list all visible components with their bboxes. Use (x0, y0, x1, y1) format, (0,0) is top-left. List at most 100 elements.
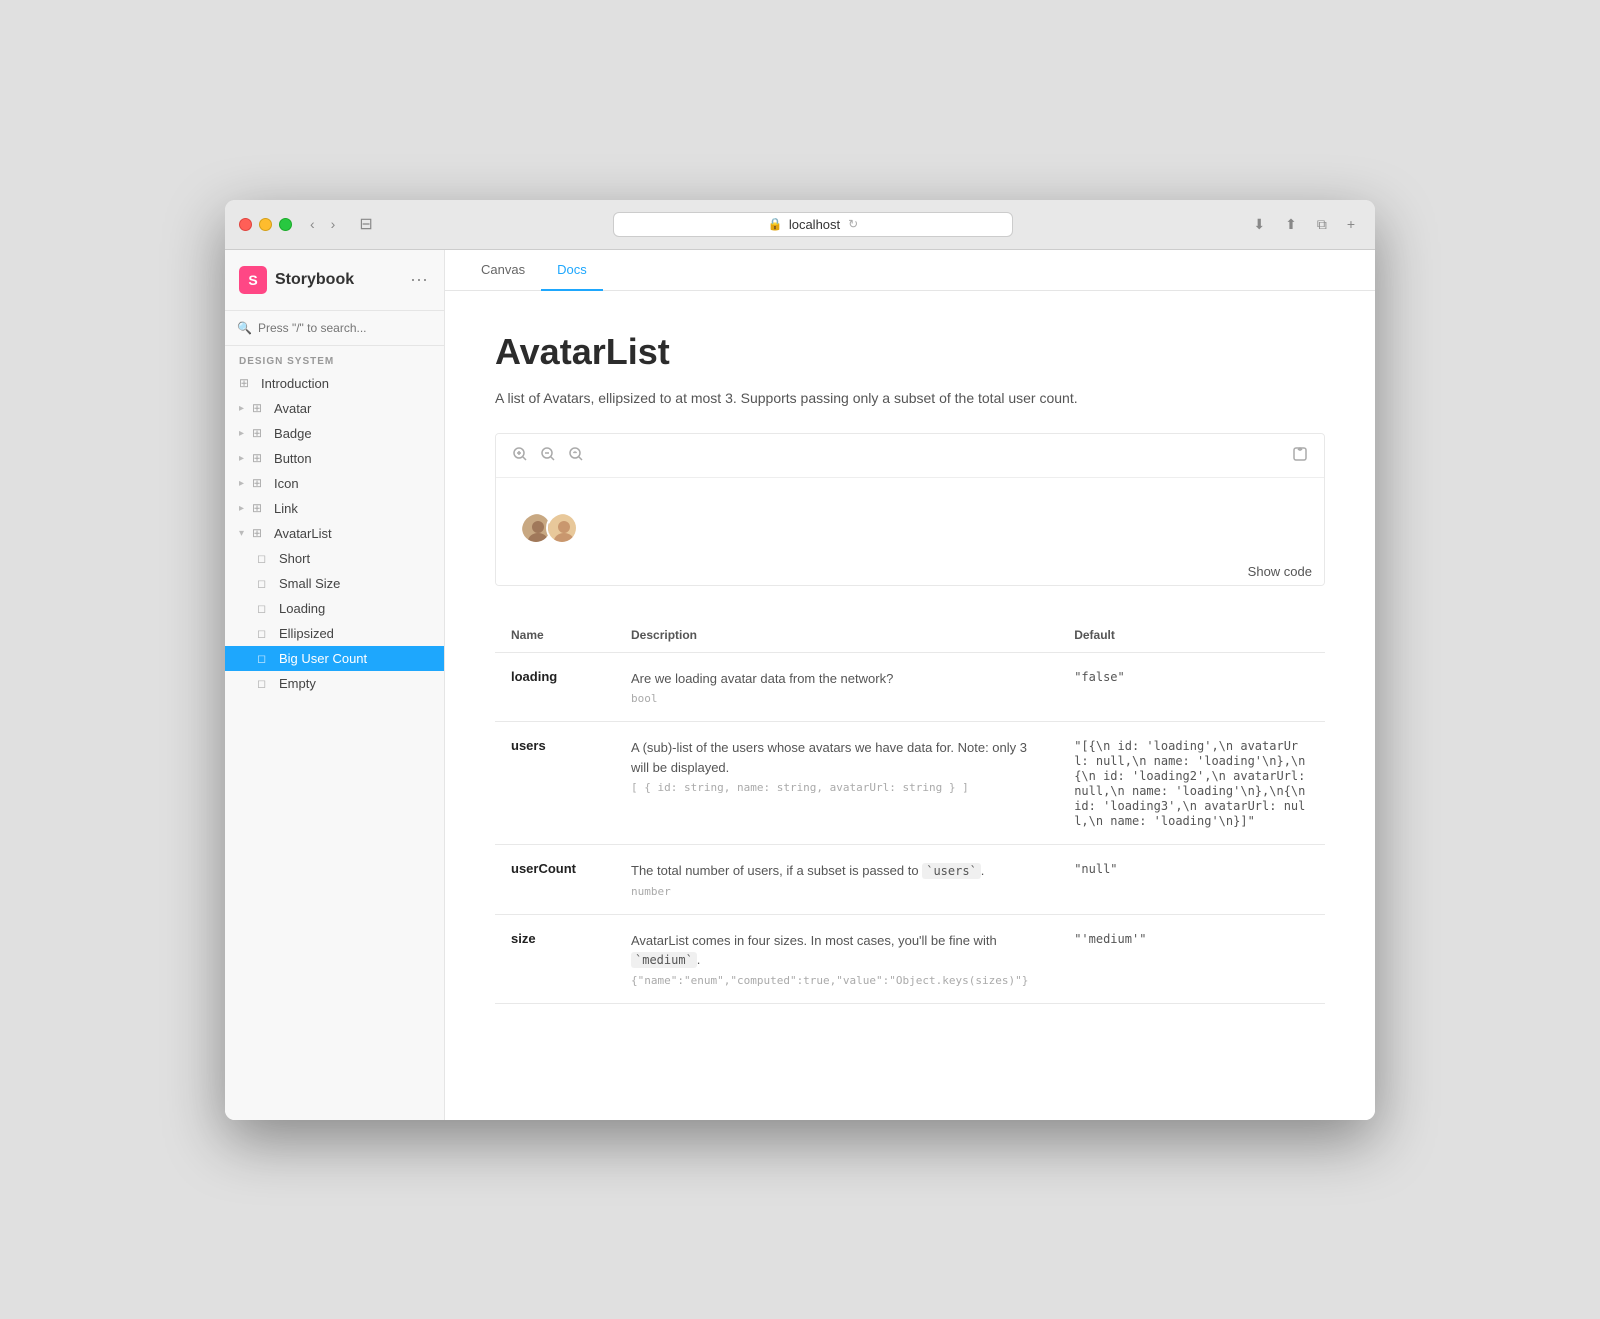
zoom-out-button[interactable] (536, 442, 560, 469)
browser-actions: ⬇ ⬆ ⧉ + (1247, 214, 1361, 235)
sidebar-item-button[interactable]: ▸ ⊞ Button (225, 446, 444, 471)
expand-icon: ▸ (239, 478, 244, 489)
sidebar-toggle[interactable]: ⊟ (353, 212, 378, 236)
sidebar-item-label: Badge (274, 426, 312, 441)
col-description: Description (615, 618, 1058, 653)
sidebar-item-label: AvatarList (274, 526, 332, 541)
sidebar-item-label: Short (279, 551, 310, 566)
prop-type: [ { id: string, name: string, avatarUrl:… (631, 781, 1042, 794)
preview-canvas (496, 478, 1324, 558)
app-container: S Storybook ··· 🔍 Design System ⊞ Introd… (225, 250, 1375, 1120)
nav-buttons: ‹ › (304, 214, 341, 234)
sidebar-item-empty[interactable]: ◻ Empty (225, 671, 444, 696)
table-row: size AvatarList comes in four sizes. In … (495, 914, 1325, 1003)
share-preview-button[interactable] (1288, 442, 1312, 469)
expand-icon: ▸ (239, 403, 244, 414)
expand-icon: ▸ (239, 453, 244, 464)
sidebar-item-label: Button (274, 451, 312, 466)
sidebar-item-label: Introduction (261, 376, 329, 391)
icon-icon: ⊞ (252, 476, 268, 490)
sidebar-item-introduction[interactable]: ⊞ Introduction (225, 371, 444, 396)
logo-icon: S (239, 266, 267, 294)
minimize-button[interactable] (259, 218, 272, 231)
avatarlist-icon: ⊞ (252, 526, 268, 540)
forward-button[interactable]: › (325, 214, 342, 234)
prop-description: The total number of users, if a subset i… (615, 845, 1058, 915)
search-input[interactable] (258, 321, 432, 335)
logo-letter: S (248, 272, 257, 288)
props-table: Name Description Default loading Are we … (495, 618, 1325, 1004)
prop-default: "null" (1058, 845, 1325, 915)
sidebar-item-label: Big User Count (279, 651, 367, 666)
sidebar-header: S Storybook ··· (225, 250, 444, 311)
new-tab-button[interactable]: + (1341, 214, 1361, 235)
zoom-reset-icon (568, 446, 584, 462)
table-row: userCount The total number of users, if … (495, 845, 1325, 915)
back-button[interactable]: ‹ (304, 214, 321, 234)
sidebar-item-label: Empty (279, 676, 316, 691)
preview-toolbar (496, 434, 1324, 478)
prop-type: {"name":"enum","computed":true,"value":"… (631, 974, 1042, 987)
show-code-bar: Show code (496, 558, 1324, 585)
preview-box: Show code (495, 433, 1325, 586)
col-name: Name (495, 618, 615, 653)
zoom-in-button[interactable] (508, 442, 532, 469)
fullscreen-button[interactable] (279, 218, 292, 231)
sidebar-item-bigusercount[interactable]: ◻ Big User Count (225, 646, 444, 671)
download-button[interactable]: ⬇ (1247, 214, 1271, 235)
sidebar-item-label: Ellipsized (279, 626, 334, 641)
address-bar[interactable]: 🔒 localhost ↻ (613, 212, 1013, 237)
prop-description: A (sub)-list of the users whose avatars … (615, 722, 1058, 845)
sidebar-item-avatar[interactable]: ▸ ⊞ Avatar (225, 396, 444, 421)
prop-name: userCount (495, 845, 615, 915)
prop-default: "false" (1058, 652, 1325, 722)
col-default: Default (1058, 618, 1325, 653)
story-icon: ◻ (257, 627, 273, 640)
expand-icon: ▾ (239, 528, 244, 539)
zoom-out-icon (540, 446, 556, 462)
tabs-bar: Canvas Docs (445, 250, 1375, 291)
sidebar-item-ellipsized[interactable]: ◻ Ellipsized (225, 621, 444, 646)
sidebar-section-label: Design System (225, 346, 444, 371)
story-icon: ◻ (257, 552, 273, 565)
sidebar-item-loading[interactable]: ◻ Loading (225, 596, 444, 621)
sidebar-item-smallsize[interactable]: ◻ Small Size (225, 571, 444, 596)
story-icon: ◻ (257, 652, 273, 665)
tabs-button[interactable]: ⧉ (1311, 214, 1333, 235)
expand-icon: ▸ (239, 428, 244, 439)
sidebar-item-badge[interactable]: ▸ ⊞ Badge (225, 421, 444, 446)
sidebar-search: 🔍 (225, 311, 444, 346)
sidebar-item-label: Small Size (279, 576, 340, 591)
share-icon (1292, 446, 1308, 462)
sidebar-item-label: Loading (279, 601, 325, 616)
reload-icon[interactable]: ↻ (848, 217, 858, 231)
zoom-reset-button[interactable] (564, 442, 588, 469)
table-row: loading Are we loading avatar data from … (495, 652, 1325, 722)
tab-docs[interactable]: Docs (541, 250, 603, 291)
prop-name: loading (495, 652, 615, 722)
show-code-button[interactable]: Show code (1248, 564, 1312, 579)
traffic-lights (239, 218, 292, 231)
docs-content: AvatarList A list of Avatars, ellipsized… (445, 291, 1375, 1120)
sidebar-item-link[interactable]: ▸ ⊞ Link (225, 496, 444, 521)
sidebar: S Storybook ··· 🔍 Design System ⊞ Introd… (225, 250, 445, 1120)
sidebar-item-short[interactable]: ◻ Short (225, 546, 444, 571)
prop-name: users (495, 722, 615, 845)
story-icon: ◻ (257, 677, 273, 690)
story-icon: ◻ (257, 577, 273, 590)
introduction-icon: ⊞ (239, 376, 255, 390)
browser-titlebar: ‹ › ⊟ 🔒 localhost ↻ ⬇ ⬆ ⧉ + (225, 200, 1375, 250)
share-button[interactable]: ⬆ (1279, 214, 1303, 235)
main-content: Canvas Docs AvatarList A list of Avatars… (445, 250, 1375, 1120)
prop-default: "'medium'" (1058, 914, 1325, 1003)
tab-canvas[interactable]: Canvas (465, 250, 541, 291)
sidebar-item-avatarlist[interactable]: ▾ ⊞ AvatarList (225, 521, 444, 546)
prop-default: "[{\n id: 'loading',\n avatarUrl: null,\… (1058, 722, 1325, 845)
avatar-2 (546, 512, 578, 544)
close-button[interactable] (239, 218, 252, 231)
preview-tools (508, 442, 588, 469)
sidebar-item-icon[interactable]: ▸ ⊞ Icon (225, 471, 444, 496)
avatar-face-2 (548, 514, 578, 544)
address-text: localhost (789, 217, 840, 232)
sidebar-menu-button[interactable]: ··· (408, 267, 430, 292)
